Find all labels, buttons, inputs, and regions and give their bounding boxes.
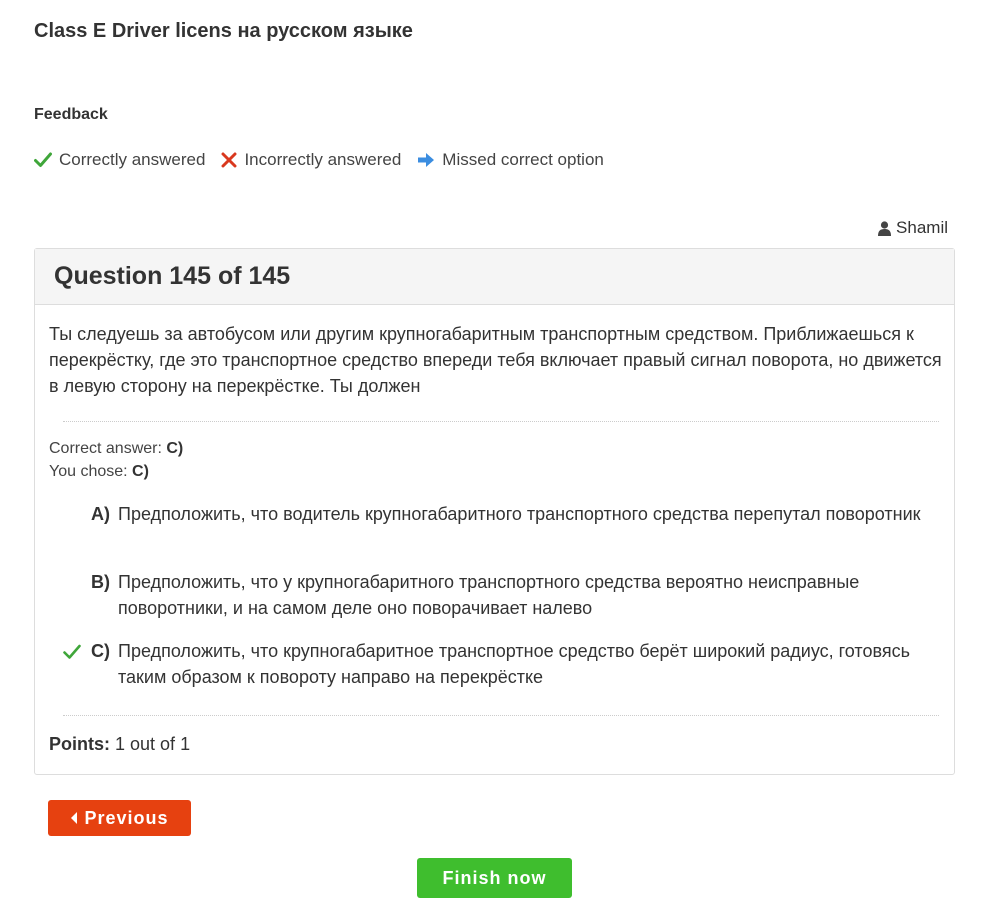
page-title: Class E Driver licens на русском языке (34, 20, 413, 42)
feedback-heading: Feedback (34, 106, 108, 123)
legend-incorrect: Incorrectly answered (221, 150, 401, 170)
cross-icon (221, 152, 237, 168)
check-icon (34, 152, 52, 167)
you-chose-value: C) (132, 463, 149, 480)
correct-answer-line: Correct answer: C) (49, 440, 183, 458)
points-label: Points: (49, 734, 110, 754)
question-text: Ты следуешь за автобусом или другим круп… (49, 324, 942, 396)
question-header: Question 145 of 145 (35, 249, 954, 305)
you-chose-line: You chose: C) (49, 463, 149, 481)
option-text: Предположить, что водитель крупногабарит… (118, 504, 921, 524)
legend-correct-label: Correctly answered (59, 150, 206, 169)
legend-incorrect-label: Incorrectly answered (244, 150, 402, 169)
divider (63, 715, 939, 716)
feedback-legend: Correctly answered Incorrectly answered … (34, 150, 620, 170)
user-name: Shamil (896, 218, 948, 237)
points: Points: 1 out of 1 (49, 734, 190, 755)
option-letter: B) (91, 572, 110, 592)
option-mark (63, 641, 83, 667)
user-info: Shamil (878, 218, 948, 238)
previous-button[interactable]: Previous (48, 800, 191, 836)
option-text: Предположить, что крупногабаритное транс… (118, 641, 910, 687)
legend-correct: Correctly answered (34, 150, 205, 170)
finish-now-button[interactable]: Finish now (417, 858, 572, 898)
question-panel: Question 145 of 145 Ты следуешь за автоб… (34, 248, 955, 775)
correct-answer-value: C) (166, 440, 184, 457)
correct-answer-label: Correct answer: (49, 440, 162, 457)
option-letter: C) (91, 641, 110, 661)
points-value: 1 out of 1 (115, 734, 191, 754)
legend-missed: Missed correct option (417, 150, 604, 170)
caret-left-icon (71, 812, 78, 824)
divider (63, 421, 939, 422)
user-icon (878, 220, 892, 236)
previous-button-label: Previous (84, 807, 169, 828)
arrow-right-icon (418, 153, 435, 167)
check-icon (63, 644, 81, 659)
option-letter: A) (91, 504, 110, 524)
you-chose-label: You chose: (49, 463, 128, 480)
question-number: Question 145 of 145 (54, 262, 291, 290)
option-text: Предположить, что у крупногабаритного тр… (118, 572, 860, 618)
legend-missed-label: Missed correct option (442, 150, 604, 169)
